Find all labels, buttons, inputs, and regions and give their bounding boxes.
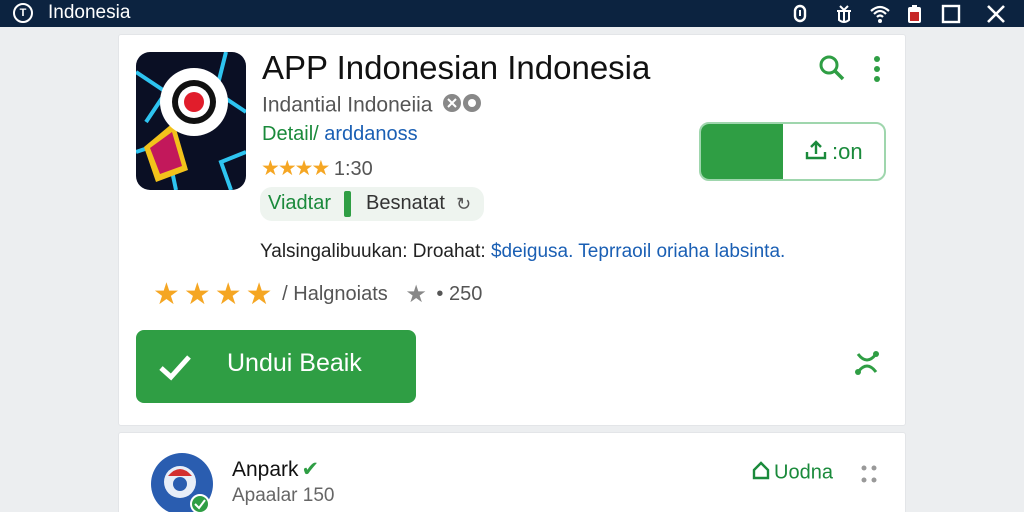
developer-row: Indantial Indoneiia bbox=[262, 93, 484, 119]
wifi-icon bbox=[869, 3, 891, 25]
list-item-avatar bbox=[150, 452, 214, 512]
detail-link[interactable]: Detail/ arddanoss bbox=[262, 123, 418, 146]
rating-row: ★★★★ / Halgnoiats ★ • 250 bbox=[153, 277, 482, 312]
upload-icon bbox=[804, 138, 828, 168]
app-detail-card: APP Indonesian Indonesia Indantial Indon… bbox=[118, 34, 906, 426]
share-icon[interactable] bbox=[852, 348, 882, 378]
app-description: Yalsingalibuukan: Droahat: $deigusa. Tep… bbox=[260, 241, 786, 262]
chip-viadtar[interactable]: Viadtar bbox=[268, 192, 331, 215]
chip-besnatat[interactable]: Besnatat bbox=[366, 192, 445, 215]
drag-handle-icon[interactable] bbox=[859, 463, 879, 487]
battery-icon bbox=[903, 3, 925, 25]
verified-check-icon: ✔ bbox=[301, 458, 320, 481]
list-item-card[interactable]: Anpark ✔ Apaalar 150 Uodna bbox=[118, 432, 906, 512]
chip-row: Viadtar Besnatat ↻ bbox=[260, 187, 484, 221]
mini-rating-stars: ★★★★ bbox=[261, 157, 330, 180]
grey-star-icon: ★ bbox=[405, 281, 427, 308]
home-icon bbox=[751, 460, 771, 486]
maximize-icon[interactable] bbox=[940, 3, 962, 25]
toggle-fill bbox=[701, 124, 783, 179]
mini-rating: ★★★★ 1:30 bbox=[261, 156, 373, 181]
bug-icon[interactable] bbox=[833, 3, 855, 25]
chip-divider bbox=[344, 191, 351, 217]
rating-number: • 250 bbox=[436, 282, 483, 305]
app-icon: T bbox=[13, 3, 33, 23]
mini-rating-value: 1:30 bbox=[333, 158, 373, 180]
install-button-label: Undui Beaik bbox=[227, 349, 362, 377]
window-title: Indonesia bbox=[48, 2, 131, 23]
install-button[interactable]: Undui Beaik bbox=[136, 330, 416, 403]
title-bar: T Indonesia bbox=[0, 0, 1024, 27]
close-icon[interactable] bbox=[985, 3, 1007, 25]
rating-stars: ★★★★ bbox=[153, 278, 277, 311]
toggle-switch[interactable]: :on bbox=[699, 122, 886, 181]
search-icon[interactable] bbox=[817, 53, 847, 83]
toggle-label: :on bbox=[804, 138, 863, 168]
app-name: APP Indonesian Indonesia bbox=[262, 49, 651, 86]
description-link[interactable]: $deigusa. Teprraoil oriaha labsinta. bbox=[491, 241, 785, 262]
list-item-name: Anpark ✔ bbox=[232, 458, 320, 481]
developer-name[interactable]: Indantial Indoneiia bbox=[262, 94, 432, 117]
rating-count-label: / Halgnoiats bbox=[282, 282, 388, 305]
more-options-icon[interactable] bbox=[869, 55, 885, 83]
notification-icon[interactable] bbox=[789, 3, 811, 25]
verified-badge-icon bbox=[442, 93, 484, 119]
refresh-icon[interactable]: ↻ bbox=[456, 194, 471, 215]
check-icon bbox=[158, 352, 192, 387]
app-logo bbox=[136, 52, 246, 190]
list-item-subtitle: Apaalar 150 bbox=[232, 485, 335, 506]
update-button[interactable]: Uodna bbox=[751, 460, 833, 486]
